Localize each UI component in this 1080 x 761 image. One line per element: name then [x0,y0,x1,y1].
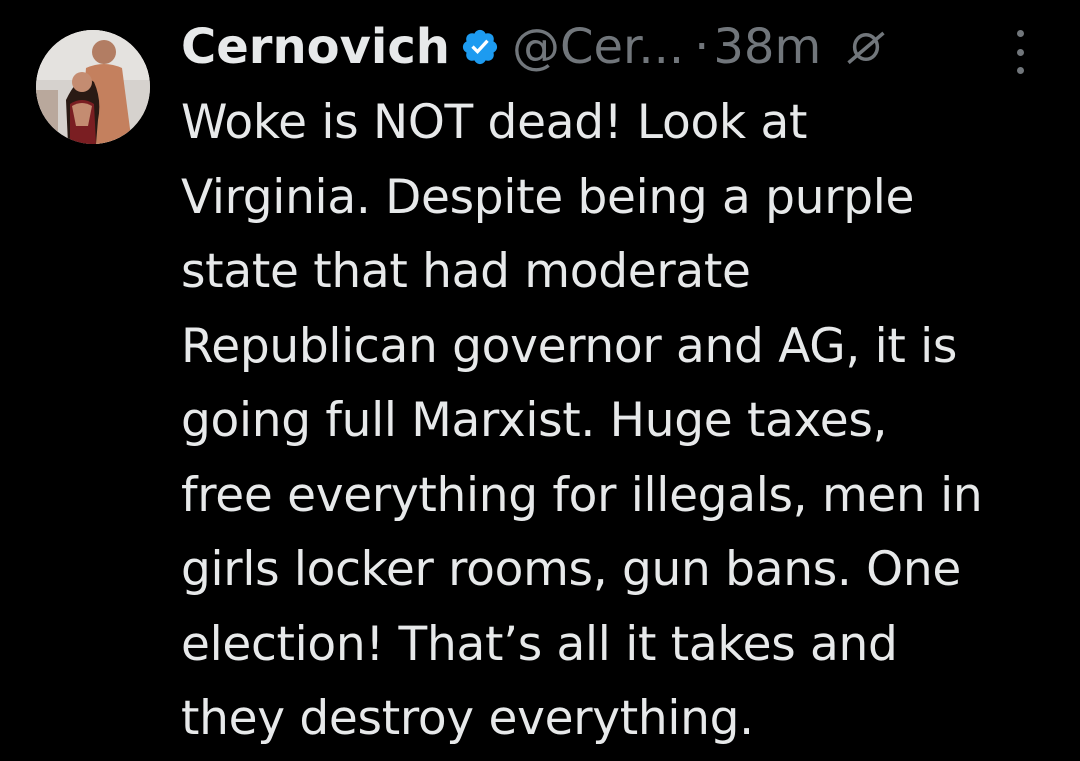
tweet-text-line: going full Marxist. Huge taxes, [181,393,888,448]
handle[interactable]: @Cer... [512,16,684,78]
avatar-image [36,30,150,144]
more-dot [1016,30,1024,37]
tweet-text: Woke is NOT dead! Look at Virginia. Desp… [181,86,1061,757]
more-dot [1016,48,1024,56]
more-dot [1016,67,1024,74]
timestamp[interactable]: 38m [713,16,821,78]
tweet-text-line: girls locker rooms, gun bans. One [181,542,961,597]
tweet[interactable]: Cernovich @Cer... · 38m Woke is NOT dead… [0,0,1080,761]
tweet-text-line: state that had moderate [181,244,751,299]
tweet-content: Cernovich @Cer... · 38m Woke is NOT dead… [181,16,1061,757]
muted-icon [847,31,885,65]
tweet-text-line: election! That’s all it takes and [181,616,898,672]
avatar[interactable] [36,30,150,144]
tweet-text-line: Virginia. Despite being a purple [181,169,915,225]
tweet-header: Cernovich @Cer... · 38m [181,16,1061,78]
tweet-text-line: free everything for illegals, men in [181,467,983,523]
verified-badge-icon [462,29,498,65]
display-name[interactable]: Cernovich [181,16,450,78]
tweet-text-line: Republican governor and AG, it is [181,318,958,374]
more-options-icon[interactable] [1008,30,1032,74]
tweet-text-line: they destroy everything. [181,691,754,746]
tweet-text-line: Woke is NOT dead! Look at [181,95,808,150]
separator-dot: · [694,19,710,75]
